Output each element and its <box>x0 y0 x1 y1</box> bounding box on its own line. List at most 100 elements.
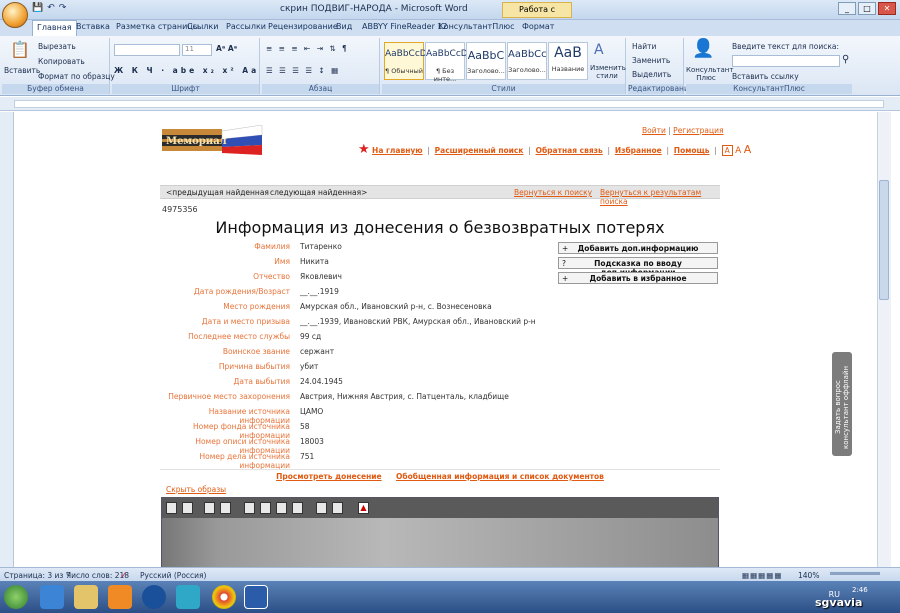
search-icon[interactable]: ⚲ <box>842 54 849 65</box>
select-button[interactable]: Выделить <box>632 70 671 79</box>
spellcheck-icon[interactable]: ✓ <box>120 571 128 581</box>
ribbon: Вставить 📋 Вырезать Копировать Формат по… <box>0 36 900 96</box>
close-button[interactable]: ✕ <box>878 2 896 15</box>
minimize-button[interactable]: _ <box>838 2 856 15</box>
add-info-button[interactable]: + Добавить доп.информацию <box>558 242 718 254</box>
actual-size-icon[interactable] <box>292 502 303 514</box>
chrome-icon[interactable] <box>212 585 236 609</box>
style-title[interactable]: AaB Название <box>548 42 588 80</box>
word-icon[interactable] <box>244 585 268 609</box>
insert-link-button[interactable]: Вставить ссылку <box>732 72 799 81</box>
page-count[interactable]: Страница: 3 из 7 <box>4 571 71 580</box>
align-icons[interactable]: ☰ ☰ ☰ ☰ ↕ ▦ <box>266 66 340 75</box>
viewer-toolbar: ▲ <box>162 498 718 518</box>
group-label: Буфер обмена <box>2 84 109 94</box>
window-title: скрин ПОДВИГ-НАРОДА - Microsoft Word <box>280 4 468 14</box>
memorial-logo[interactable]: Мемориал <box>162 125 266 157</box>
style-heading-1[interactable]: AaBbC Заголово... <box>466 42 506 80</box>
tab-home[interactable]: Главная <box>32 20 77 36</box>
find-button[interactable]: Найти <box>632 42 656 51</box>
fit-width-icon[interactable] <box>260 502 271 514</box>
pointer-icon[interactable] <box>166 502 177 514</box>
explorer-icon[interactable] <box>74 585 98 609</box>
zoom-slider[interactable] <box>830 572 880 575</box>
hint-button[interactable]: ?Подсказка по вводу доп.информации <box>558 257 718 277</box>
font-size-medium[interactable]: A <box>735 146 741 156</box>
list-icons[interactable]: ≡ ≡ ≡ ⇤ ⇥ ⇅ ¶ <box>266 44 349 53</box>
nav-home[interactable]: На главную <box>372 146 423 155</box>
font-name-combo[interactable] <box>114 44 180 56</box>
globe-icon[interactable] <box>142 585 166 609</box>
link-icon[interactable] <box>332 502 343 514</box>
tab-references[interactable]: Ссылки <box>187 22 218 31</box>
print-icon[interactable] <box>316 502 327 514</box>
consultant-button[interactable]: Консультант Плюс <box>686 66 733 82</box>
change-styles-button[interactable]: Изменить стили <box>590 64 626 80</box>
scrollbar-thumb[interactable] <box>879 180 889 300</box>
zoom-out-icon[interactable] <box>220 502 231 514</box>
font-size-combo[interactable]: 11 <box>182 44 212 56</box>
grow-font-icon[interactable]: Aᵃ Aᵃ <box>216 44 237 53</box>
tab-format[interactable]: Формат <box>522 22 554 31</box>
back-to-results-link[interactable]: Вернуться к результатам поиска <box>600 188 720 206</box>
tab-insert[interactable]: Вставка <box>76 22 110 31</box>
replace-button[interactable]: Заменить <box>632 56 670 65</box>
fit-page-icon[interactable] <box>244 502 255 514</box>
watermark: sgvavia <box>815 596 863 609</box>
save-icon[interactable]: 💾 <box>32 3 43 17</box>
tab-review[interactable]: Рецензирование <box>268 22 338 31</box>
nav-feedback[interactable]: Обратная связь <box>536 146 603 155</box>
summary-link[interactable]: Обобщенная информация и список документо… <box>396 472 604 481</box>
start-button[interactable] <box>4 585 28 609</box>
fit-height-icon[interactable] <box>276 502 287 514</box>
back-to-search-link[interactable]: Вернуться к поиску <box>514 188 592 197</box>
copy-button[interactable]: Копировать <box>38 57 85 66</box>
ie-icon[interactable] <box>40 585 64 609</box>
hand-icon[interactable] <box>182 502 193 514</box>
media-player-icon[interactable] <box>108 585 132 609</box>
undo-icon[interactable]: ↶ <box>47 3 55 17</box>
view-buttons[interactable]: ▦▦▦▦▦ <box>742 571 782 580</box>
register-link[interactable]: Регистрация <box>673 126 723 135</box>
prev-result-link[interactable]: <предыдущая найденная <box>166 188 269 197</box>
auth-links: Войти | Регистрация <box>642 126 724 135</box>
status-bar: Страница: 3 из 7 Число слов: 218 ✓ Русск… <box>0 567 900 581</box>
language[interactable]: Русский (Россия) <box>140 571 206 580</box>
style-normal[interactable]: AaBbCcDc ¶ Обычный <box>384 42 432 80</box>
consultant-search-input[interactable] <box>732 55 840 67</box>
hide-images-link[interactable]: Скрыть образы <box>166 485 226 494</box>
next-result-link[interactable]: следующая найденная> <box>270 188 367 197</box>
font-format-icons[interactable]: Ж К Ч · abe x₂ x² Aa <box>114 66 259 75</box>
style-no-spacing[interactable]: AaBbCcDc ¶ Без инте... <box>425 42 473 83</box>
app-icon[interactable] <box>176 585 200 609</box>
font-size-large[interactable]: A <box>744 143 752 156</box>
office-button[interactable] <box>2 2 28 28</box>
tab-abbyy[interactable]: ABBYY FineReader 12 <box>362 22 448 31</box>
nav-help[interactable]: Помощь <box>674 146 710 155</box>
cut-button[interactable]: Вырезать <box>38 42 76 51</box>
nav-advanced-search[interactable]: Расширенный поиск <box>435 146 524 155</box>
add-favorite-button[interactable]: + Добавить в избранное <box>558 272 718 284</box>
tab-view[interactable]: Вид <box>336 22 352 31</box>
group-consultant: 👤 Консультант Плюс Введите текст для пои… <box>686 38 852 94</box>
zoom-level[interactable]: 140% <box>798 571 819 580</box>
format-painter-button[interactable]: Формат по образцу <box>38 72 115 81</box>
clock[interactable]: 2:46 <box>852 586 868 594</box>
tab-consultant[interactable]: КонсультантПлюс <box>438 22 514 31</box>
maximize-button[interactable]: □ <box>858 2 876 15</box>
login-link[interactable]: Войти <box>642 126 666 135</box>
search-label: Введите текст для поиска: <box>732 42 840 51</box>
font-size-small[interactable]: A <box>721 145 733 156</box>
pdf-icon[interactable]: ▲ <box>358 502 369 514</box>
tab-mailings[interactable]: Рассылки <box>226 22 266 31</box>
nav-favorites[interactable]: Избранное <box>615 146 662 155</box>
paste-button[interactable]: Вставить <box>4 66 40 75</box>
group-label: Шрифт <box>112 84 259 94</box>
zoom-in-icon[interactable] <box>204 502 215 514</box>
ruler-track[interactable] <box>14 100 884 108</box>
style-heading-2[interactable]: AaBbCc Заголово... <box>507 42 547 80</box>
consultant-side-panel[interactable]: Задать вопрос консультант оффлайн <box>832 352 852 456</box>
view-report-link[interactable]: Просмотреть донесение <box>276 472 382 481</box>
group-label: Абзац <box>262 84 379 94</box>
redo-icon[interactable]: ↷ <box>59 3 67 17</box>
